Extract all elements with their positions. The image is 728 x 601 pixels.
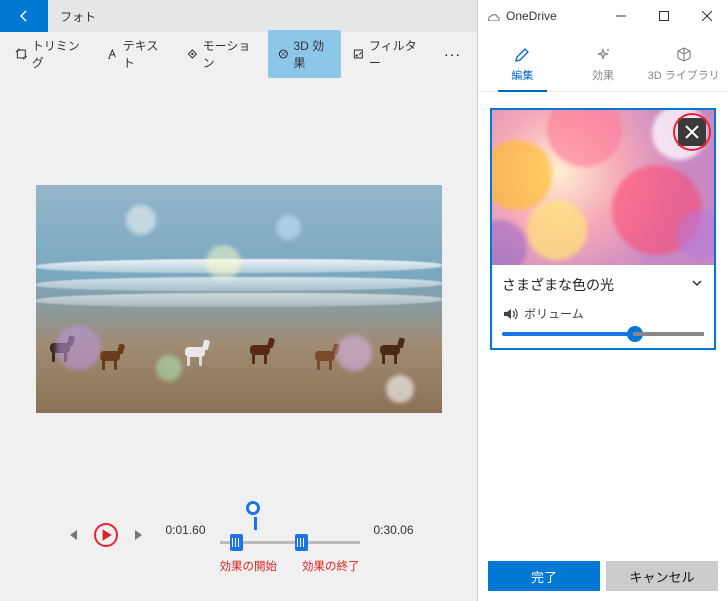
pencil-icon xyxy=(513,46,531,64)
volume-icon xyxy=(502,306,518,322)
3d-effects-label: 3D 効果 xyxy=(293,37,332,71)
right-titlebar: OneDrive xyxy=(478,0,728,32)
maximize-button[interactable] xyxy=(642,0,685,32)
toolbar: トリミング テキスト モーション 3D 効果 フィルター ··· xyxy=(0,32,477,76)
current-time: 0:01.60 xyxy=(162,523,210,537)
tab-effects-label: 効果 xyxy=(592,67,614,83)
filters-label: フィルター xyxy=(369,37,423,71)
preview-area xyxy=(0,76,477,521)
done-button[interactable]: 完了 xyxy=(488,561,600,591)
text-button[interactable]: テキスト xyxy=(97,30,175,78)
tab-3dlib-label: 3D ライブラリ xyxy=(648,67,720,83)
tab-3d-library[interactable]: 3D ライブラリ xyxy=(643,42,724,91)
effect-end-label: 効果の終了 xyxy=(302,558,360,574)
text-label: テキスト xyxy=(123,37,166,71)
close-window-button[interactable] xyxy=(685,0,728,32)
effect-card: さまざまな色の光 ボリューム xyxy=(490,108,716,350)
remove-effect-button[interactable] xyxy=(678,118,706,146)
tab-edit-label: 編集 xyxy=(511,67,533,83)
app-title: フォト xyxy=(48,8,96,25)
next-frame-button[interactable] xyxy=(128,523,152,547)
effect-start-handle[interactable] xyxy=(230,534,243,551)
playback-controls: 0:01.60 効果の開始 効果の終了 0:30.06 xyxy=(0,521,477,601)
volume-label: ボリューム xyxy=(524,305,584,322)
trim-button[interactable]: トリミング xyxy=(6,30,95,78)
timeline[interactable]: 効果の開始 効果の終了 xyxy=(220,523,360,574)
video-preview[interactable] xyxy=(36,185,442,413)
titlebar: フォト xyxy=(0,0,477,32)
close-icon xyxy=(684,124,700,140)
chevron-down-icon xyxy=(690,276,704,290)
filters-button[interactable]: フィルター xyxy=(343,30,432,78)
onedrive-icon xyxy=(486,11,500,21)
effect-preview xyxy=(492,110,714,265)
tab-edit[interactable]: 編集 xyxy=(482,42,563,91)
effect-name: さまざまな色の光 xyxy=(502,275,614,295)
3d-effects-button[interactable]: 3D 効果 xyxy=(268,30,341,78)
cancel-button[interactable]: キャンセル xyxy=(606,561,718,591)
motion-label: モーション xyxy=(203,37,257,71)
side-tabs: 編集 効果 3D ライブラリ xyxy=(478,32,728,92)
minimize-button[interactable] xyxy=(599,0,642,32)
tab-effects[interactable]: 効果 xyxy=(563,42,644,91)
sparkle-icon xyxy=(594,46,612,64)
effect-end-handle[interactable] xyxy=(295,534,308,551)
prev-frame-button[interactable] xyxy=(60,523,84,547)
onedrive-title: OneDrive xyxy=(506,9,557,23)
trim-label: トリミング xyxy=(32,37,86,71)
volume-thumb[interactable] xyxy=(627,326,643,342)
total-time: 0:30.06 xyxy=(370,523,418,537)
back-button[interactable] xyxy=(0,0,48,32)
effect-start-label: 効果の開始 xyxy=(220,558,278,574)
cube-icon xyxy=(675,46,693,64)
timeline-playhead[interactable] xyxy=(246,501,260,515)
expand-effect-button[interactable] xyxy=(690,276,704,295)
more-button[interactable]: ··· xyxy=(434,39,471,69)
volume-slider[interactable] xyxy=(502,332,704,336)
play-button[interactable] xyxy=(94,523,118,547)
motion-button[interactable]: モーション xyxy=(177,30,266,78)
